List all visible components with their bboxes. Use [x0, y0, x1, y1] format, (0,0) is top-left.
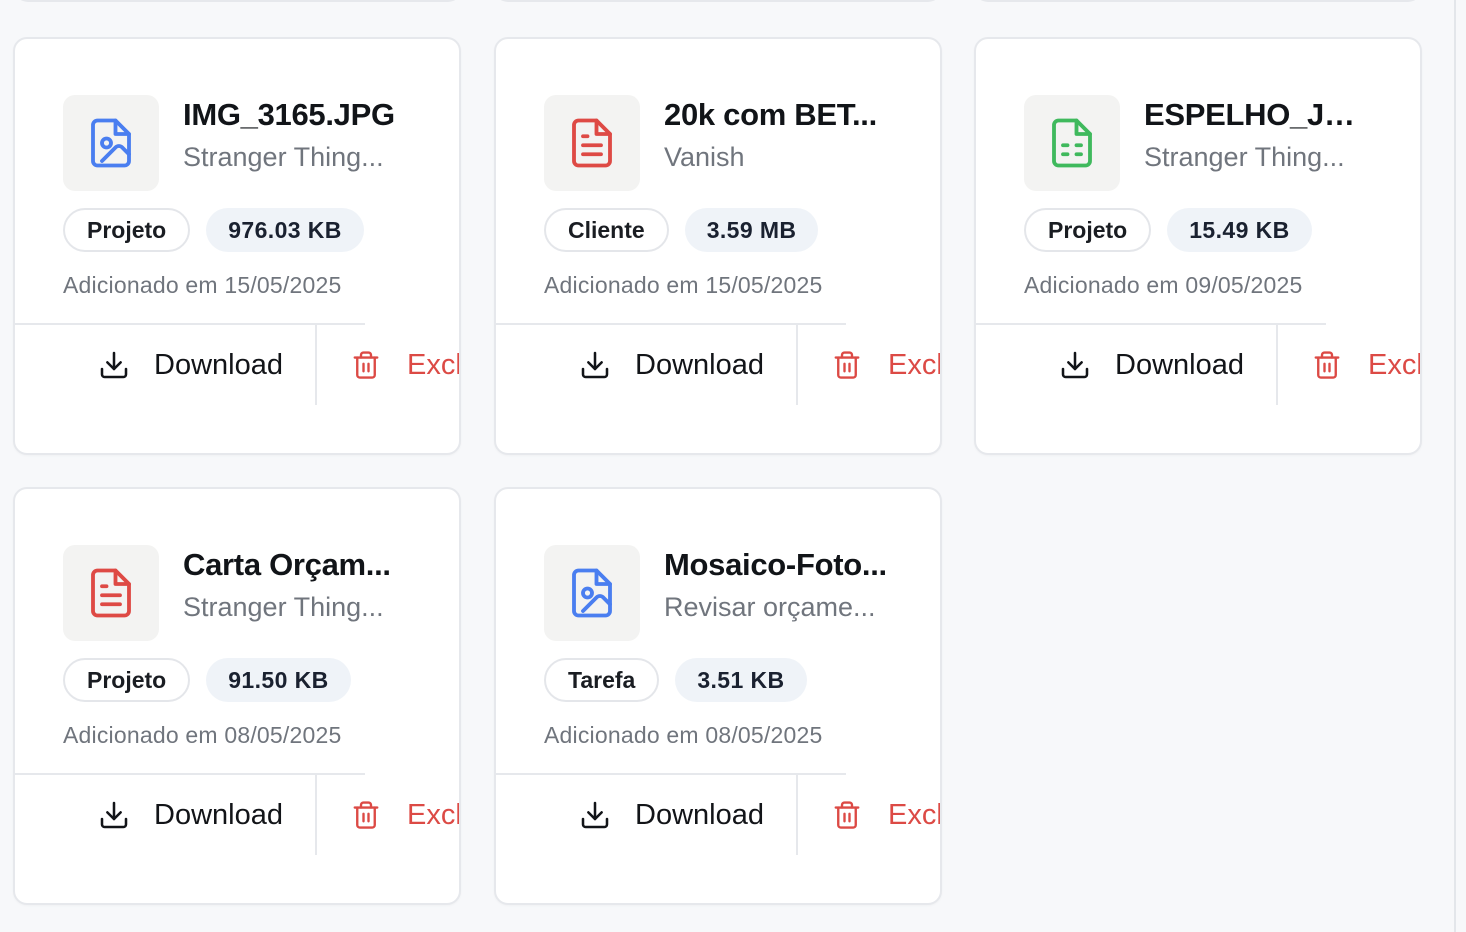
download-button[interactable]: Download — [15, 325, 315, 405]
type-badge: Tarefa — [544, 658, 660, 702]
added-date: Adicionado em 15/05/2025 — [63, 272, 342, 298]
size-badge: 15.49 KB — [1167, 208, 1312, 252]
file-badges: Tarefa 3.51 KB — [544, 658, 807, 702]
image-file-icon — [63, 95, 159, 191]
file-name: Carta Orçam... — [183, 547, 391, 582]
type-badge: Projeto — [1024, 208, 1152, 252]
previous-row-card — [974, 0, 1422, 2]
previous-row-card — [494, 0, 942, 2]
trash-icon — [1314, 351, 1340, 379]
download-button[interactable]: Download — [496, 775, 796, 855]
file-card-header: Carta Orçam... Stranger Thing... — [63, 545, 435, 641]
file-context: Revisar orçame... — [664, 592, 876, 622]
file-card: ESPELHO_JB... Stranger Thing... Projeto … — [974, 37, 1422, 455]
delete-label: Excl — [407, 348, 461, 381]
delete-button[interactable]: Excl — [317, 325, 461, 405]
card-actions: Download Excl — [976, 325, 1422, 405]
card-actions: Download Excl — [496, 775, 942, 855]
size-badge: 3.59 MB — [684, 208, 819, 252]
size-badge: 3.51 KB — [675, 658, 807, 702]
card-actions: Download Excl — [15, 775, 461, 855]
file-card: 20k com BET... Vanish Cliente 3.59 MB Ad… — [494, 37, 942, 455]
image-file-icon — [544, 545, 640, 641]
added-date: Adicionado em 08/05/2025 — [63, 722, 342, 748]
file-context: Stranger Thing... — [183, 592, 384, 622]
delete-label: Excl — [407, 798, 461, 831]
file-badges: Projeto 91.50 KB — [63, 658, 351, 702]
file-context: Stranger Thing... — [1144, 142, 1345, 172]
file-card: Carta Orçam... Stranger Thing... Projeto… — [13, 487, 461, 905]
card-actions: Download Excl — [15, 325, 461, 405]
file-name: IMG_3165.JPG — [183, 97, 395, 132]
download-icon — [581, 351, 609, 379]
file-card-header: IMG_3165.JPG Stranger Thing... — [63, 95, 435, 191]
delete-button[interactable]: Excl — [1278, 325, 1422, 405]
type-badge: Projeto — [63, 208, 191, 252]
file-name: Mosaico-Foto... — [664, 547, 887, 582]
delete-label: Excl — [888, 798, 942, 831]
type-badge: Projeto — [63, 658, 191, 702]
download-icon — [1061, 351, 1089, 379]
file-badges: Cliente 3.59 MB — [544, 208, 819, 252]
previous-row-card — [14, 0, 462, 2]
download-icon — [100, 351, 128, 379]
download-label: Download — [154, 348, 283, 381]
file-card: IMG_3165.JPG Stranger Thing... Projeto 9… — [13, 37, 461, 455]
added-date: Adicionado em 09/05/2025 — [1024, 272, 1303, 298]
file-name: 20k com BET... — [664, 97, 877, 132]
download-button[interactable]: Download — [15, 775, 315, 855]
trash-icon — [353, 801, 379, 829]
trash-icon — [353, 351, 379, 379]
download-label: Download — [635, 348, 764, 381]
file-card-header: Mosaico-Foto... Revisar orçame... — [544, 545, 916, 641]
size-badge: 91.50 KB — [206, 658, 351, 702]
download-button[interactable]: Download — [496, 325, 796, 405]
scroll-edge — [1454, 0, 1456, 932]
download-icon — [581, 801, 609, 829]
added-date: Adicionado em 08/05/2025 — [544, 722, 823, 748]
download-button[interactable]: Download — [976, 325, 1276, 405]
document-file-icon — [544, 95, 640, 191]
delete-button[interactable]: Excl — [317, 775, 461, 855]
file-badges: Projeto 15.49 KB — [1024, 208, 1312, 252]
trash-icon — [834, 351, 860, 379]
file-name: ESPELHO_JB... — [1144, 97, 1370, 132]
delete-button[interactable]: Excl — [798, 325, 942, 405]
delete-label: Excl — [1368, 348, 1422, 381]
file-card-header: 20k com BET... Vanish — [544, 95, 916, 191]
added-date: Adicionado em 15/05/2025 — [544, 272, 823, 298]
delete-button[interactable]: Excl — [798, 775, 942, 855]
download-label: Download — [635, 798, 764, 831]
attachments-grid: IMG_3165.JPG Stranger Thing... Projeto 9… — [0, 0, 1466, 932]
file-card-header: ESPELHO_JB... Stranger Thing... — [1024, 95, 1396, 191]
spreadsheet-file-icon — [1024, 95, 1120, 191]
card-actions: Download Excl — [496, 325, 942, 405]
size-badge: 976.03 KB — [206, 208, 364, 252]
trash-icon — [834, 801, 860, 829]
document-file-icon — [63, 545, 159, 641]
file-context: Stranger Thing... — [183, 142, 384, 172]
download-label: Download — [154, 798, 283, 831]
file-card: Mosaico-Foto... Revisar orçame... Tarefa… — [494, 487, 942, 905]
type-badge: Cliente — [544, 208, 669, 252]
download-label: Download — [1115, 348, 1244, 381]
download-icon — [100, 801, 128, 829]
delete-label: Excl — [888, 348, 942, 381]
file-context: Vanish — [664, 142, 745, 172]
file-badges: Projeto 976.03 KB — [63, 208, 364, 252]
